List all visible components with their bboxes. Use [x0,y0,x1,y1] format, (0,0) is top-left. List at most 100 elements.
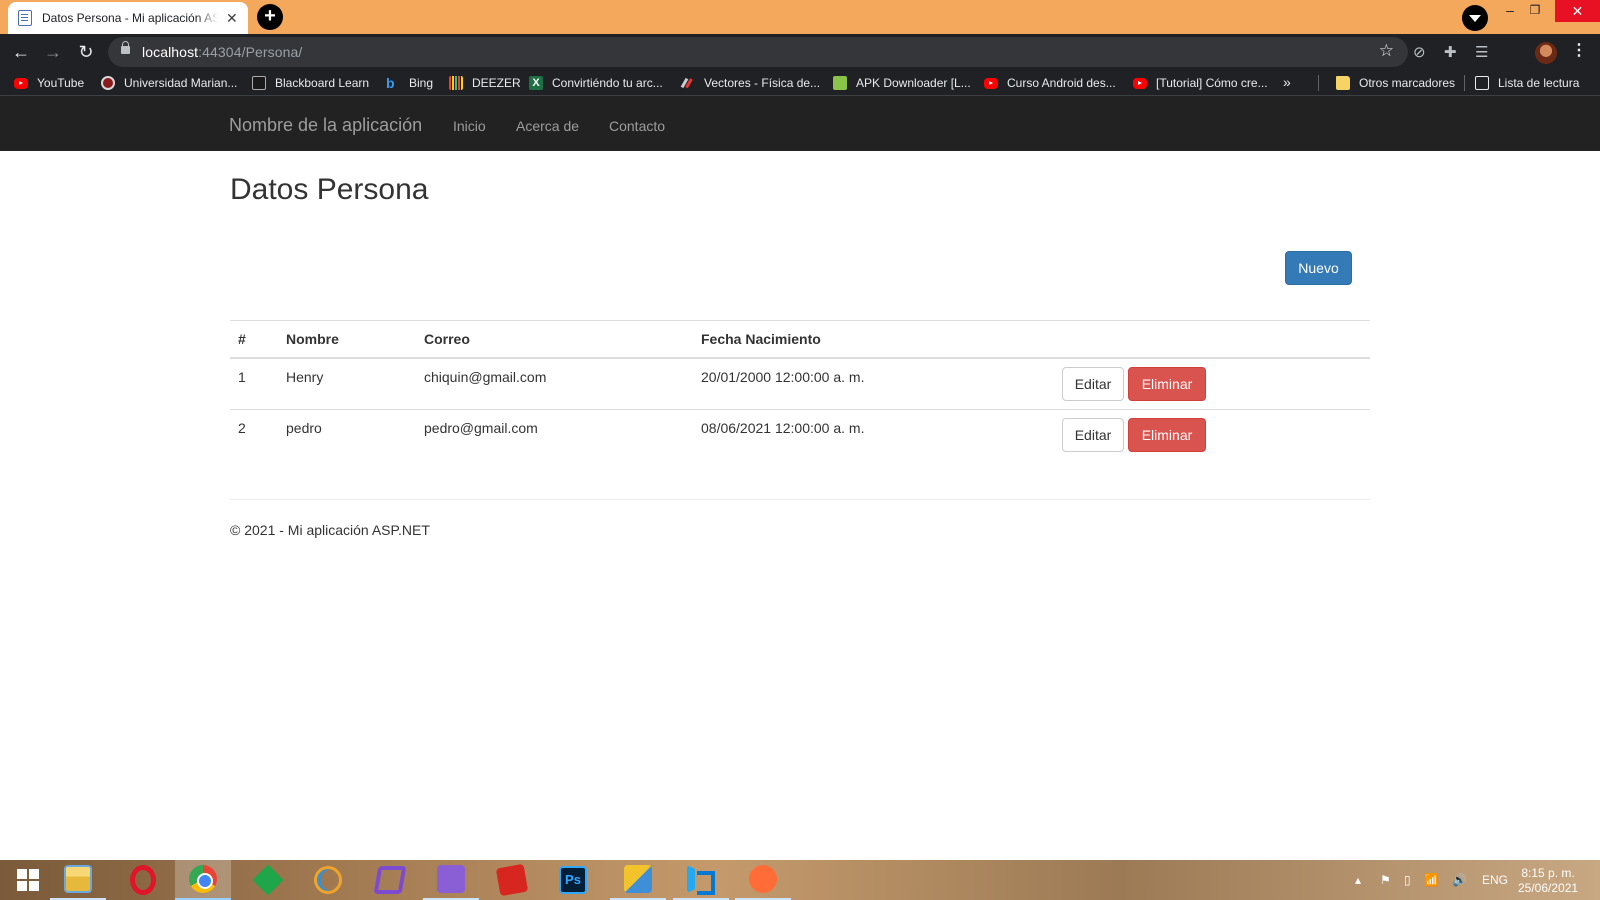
bing-icon: b [386,75,395,91]
header-id: # [238,331,246,347]
excel-icon: X [529,76,543,90]
row-correo: pedro@gmail.com [424,420,538,436]
opera-icon [130,865,156,895]
bookmark-separator [1464,75,1465,91]
row-nombre: pedro [286,420,322,436]
delete-button[interactable]: Eliminar [1128,418,1206,452]
profile-avatar[interactable] [1535,42,1557,64]
bookmark-youtube[interactable]: YouTube [14,75,84,91]
table-top-border [230,320,1370,321]
table-row-border [230,409,1370,410]
delete-button[interactable]: Eliminar [1128,367,1206,401]
system-clock[interactable]: 8:15 p. m. 25/06/2021 [1518,866,1578,896]
media-queue-icon[interactable]: ☰ [1475,43,1488,61]
new-tab-button[interactable]: + [257,4,283,30]
row-nombre: Henry [286,369,324,385]
language-indicator[interactable]: ENG [1482,860,1508,900]
taskbar-opera[interactable] [115,860,171,900]
close-tab-icon[interactable]: ✕ [226,10,238,27]
network-flag-icon[interactable]: ⚑ [1380,860,1391,900]
bookmark-convirtiendo[interactable]: X Convirtiéndo tu arc... [529,75,663,91]
taskbar-sketchup[interactable] [484,860,540,900]
visual-studio-preview-icon [437,865,465,893]
bookmark-star-icon[interactable]: ☆ [1379,41,1394,61]
menu-dots-icon[interactable]: ⋮ [1571,40,1587,60]
vectors-icon [681,76,695,90]
taskbar-visual-studio[interactable] [362,860,418,900]
lock-icon[interactable] [121,41,130,54]
footer-divider [230,499,1370,500]
url-text[interactable]: localhost:44304/Persona/ [142,44,302,60]
youtube-icon [984,77,998,89]
bookmark-blackboard[interactable]: Blackboard Learn [252,75,369,91]
taskbar-visual-studio-preview[interactable] [423,860,479,900]
forward-arrow-icon[interactable]: → [41,40,65,64]
extensions-puzzle-icon[interactable]: ✚ [1444,43,1457,61]
taskbar-vscode[interactable] [673,860,729,900]
vscode-icon [687,865,715,895]
edit-button[interactable]: Editar [1062,418,1124,452]
back-arrow-icon[interactable]: ← [9,40,33,64]
photoshop-icon: Ps [559,866,587,894]
browser-toolbar: ← → ↻ localhost:44304/Persona/ ☆ ⊘ ✚ ☰ ⋮ [0,34,1600,70]
header-nombre: Nombre [286,331,339,347]
extension-blocked-icon[interactable]: ⊘ [1413,43,1426,61]
taskbar-photoshop[interactable]: Ps [545,860,601,900]
row-id: 2 [238,420,246,436]
nav-acerca-de[interactable]: Acerca de [516,118,579,134]
tab-strip: Datos Persona - Mi aplicación ASP.NET ✕ … [0,0,1600,34]
bookmark-deezer[interactable]: DEEZER [449,75,521,91]
address-bar[interactable]: localhost:44304/Persona/ ☆ [108,37,1408,67]
site-navbar: Nombre de la aplicación Inicio Acerca de… [0,96,1600,151]
bookmark-tutorial[interactable]: [Tutorial] Cómo cre... [1133,75,1268,91]
brand-link[interactable]: Nombre de la aplicación [229,115,422,136]
pinta-icon [624,865,652,893]
tab-search-icon[interactable] [1462,5,1488,31]
restore-icon[interactable]: ❐ [1515,0,1555,34]
folder-icon [1336,76,1350,90]
bookmark-universidad[interactable]: Universidad Marian... [101,75,237,91]
file-explorer-icon [64,865,92,893]
taskbar-file-explorer[interactable] [50,860,106,900]
show-hidden-icons-icon[interactable]: ▴ [1355,860,1361,900]
sketchup-icon [495,863,529,897]
reading-list-icon [1475,76,1489,90]
reading-list[interactable]: Lista de lectura [1475,75,1579,91]
bookmark-other-folder[interactable]: Otros marcadores [1336,75,1455,91]
taskbar-app-f[interactable] [240,860,296,900]
bookmark-bing[interactable]: b Bing [386,75,433,91]
eclipse-icon [314,866,342,894]
clock-date: 25/06/2021 [1518,881,1579,895]
edit-button[interactable]: Editar [1062,367,1124,401]
more-bookmarks-chevron-icon[interactable]: » [1283,74,1291,90]
reload-icon[interactable]: ↻ [74,40,98,64]
document-icon [18,10,32,26]
row-correo: chiquin@gmail.com [424,369,547,385]
taskbar-pinta[interactable] [610,860,666,900]
green-f-icon [252,864,284,896]
taskbar-chrome[interactable] [175,860,231,900]
window-close-icon[interactable]: ✕ [1555,0,1600,22]
row-fecha: 20/01/2000 12:00:00 a. m. [701,369,865,385]
deezer-icon [449,76,463,90]
start-button[interactable] [0,860,56,900]
blackboard-icon [252,76,266,90]
volume-icon[interactable]: 🔊 [1452,860,1467,900]
bookmark-curso-android[interactable]: Curso Android des... [984,75,1116,91]
nav-inicio[interactable]: Inicio [453,118,486,134]
postman-icon [749,865,777,893]
footer-copyright: © 2021 - Mi aplicación ASP.NET [230,522,430,538]
wifi-signal-icon[interactable]: 📶 [1424,860,1439,900]
new-button[interactable]: Nuevo [1285,251,1352,285]
bookmark-vectores[interactable]: Vectores - Física de... [681,75,820,91]
nav-contacto[interactable]: Contacto [609,118,665,134]
youtube-icon [1133,77,1147,89]
page-title: Datos Persona [230,173,429,206]
battery-icon[interactable]: ▯ [1404,860,1411,900]
taskbar-eclipse[interactable] [300,860,356,900]
clock-time: 8:15 p. m. [1521,866,1575,880]
browser-tab[interactable]: Datos Persona - Mi aplicación ASP.NET ✕ [8,2,248,34]
bookmark-apk[interactable]: APK Downloader [L... [833,75,971,91]
youtube-icon [14,77,28,89]
taskbar-postman[interactable] [735,860,791,900]
